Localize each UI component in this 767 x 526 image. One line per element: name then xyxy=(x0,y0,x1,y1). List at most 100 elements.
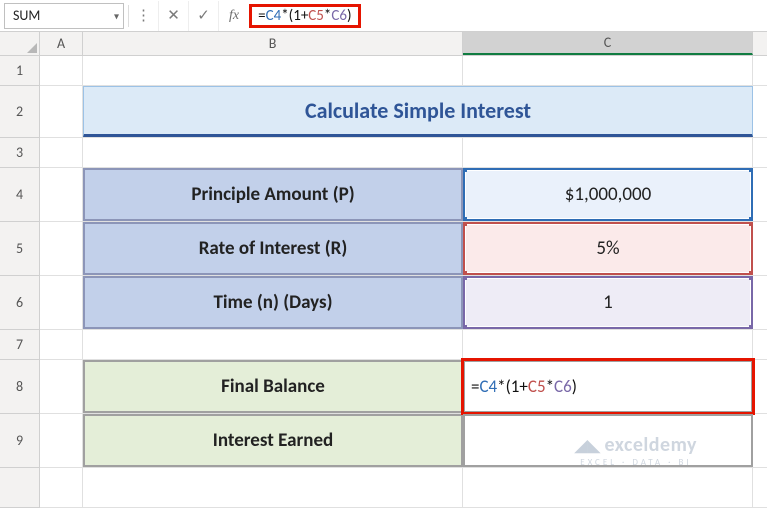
grid: Calculate Simple Interest Principle Amou… xyxy=(40,56,767,508)
cell-c7[interactable] xyxy=(463,330,753,359)
cell-b3[interactable] xyxy=(83,138,463,167)
cell-c3[interactable] xyxy=(463,138,753,167)
row-6: Time (n) (Days) 1 xyxy=(40,276,767,330)
label-interest-earned-text: Interest Earned xyxy=(213,429,333,452)
column-headers: A B C xyxy=(0,32,767,56)
fx-label: fx xyxy=(219,8,249,24)
sel-handle-icon xyxy=(749,168,753,172)
cell-a9[interactable] xyxy=(40,414,83,467)
cell-a6[interactable] xyxy=(40,276,83,329)
title-text: Calculate Simple Interest xyxy=(305,97,531,124)
cell-interest-earned[interactable] xyxy=(463,414,753,467)
cell-a2[interactable] xyxy=(40,86,83,137)
cellf-m3: ) xyxy=(572,376,577,397)
value-principle[interactable]: $1,000,000 xyxy=(463,168,753,221)
formula-input-wrap[interactable]: =C4*(1+C5*C6) xyxy=(249,0,767,31)
label-time[interactable]: Time (n) (Days) xyxy=(83,276,463,329)
label-final-balance[interactable]: Final Balance xyxy=(83,360,463,413)
cell-blank[interactable] xyxy=(463,468,753,507)
label-principle-text: Principle Amount (P) xyxy=(191,183,354,206)
row-header-9[interactable]: 9 xyxy=(0,414,40,468)
cell-blank[interactable] xyxy=(40,468,83,507)
label-rate[interactable]: Rate of Interest (R) xyxy=(83,222,463,275)
sel-handle-icon xyxy=(463,325,467,329)
cell-a7[interactable] xyxy=(40,330,83,359)
row-header-blank xyxy=(0,468,40,508)
cellf-ref-c4: C4 xyxy=(479,376,497,397)
name-box-dropdown-icon[interactable]: ▾ xyxy=(114,9,119,22)
row-2: Calculate Simple Interest xyxy=(40,86,767,138)
sheet: 1 2 3 4 5 6 7 8 9 Calculate Simple Inter… xyxy=(0,56,767,508)
formula-bar: SUM ▾ ⋮ ✕ ✓ fx =C4*(1+C5*C6) xyxy=(0,0,767,32)
cell-a8[interactable] xyxy=(40,360,83,413)
label-final-balance-text: Final Balance xyxy=(221,375,325,398)
row-3 xyxy=(40,138,767,168)
col-header-a[interactable]: A xyxy=(40,32,83,55)
cellf-eq: = xyxy=(471,376,479,397)
title-cell[interactable]: Calculate Simple Interest xyxy=(83,86,753,137)
sel-handle-icon xyxy=(463,168,467,172)
formula-ref-c4: C4 xyxy=(266,7,282,25)
enter-icon[interactable]: ✓ xyxy=(189,1,219,31)
row-header-7[interactable]: 7 xyxy=(0,330,40,360)
label-rate-text: Rate of Interest (R) xyxy=(199,237,348,260)
cell-a1[interactable] xyxy=(40,56,83,85)
cell-b7[interactable] xyxy=(83,330,463,359)
sel-handle-icon xyxy=(463,271,467,275)
row-blank xyxy=(40,468,767,508)
sel-handle-icon xyxy=(749,271,753,275)
col-header-c[interactable]: C xyxy=(463,32,753,55)
cell-a3[interactable] xyxy=(40,138,83,167)
formula-mid1: *(1+ xyxy=(281,7,308,25)
cancel-icon[interactable]: ✕ xyxy=(159,1,189,31)
row-header-2[interactable]: 2 xyxy=(0,86,40,138)
formula-ref-c6: C6 xyxy=(331,7,347,25)
sel-handle-icon xyxy=(463,276,467,280)
row-5: Rate of Interest (R) 5% xyxy=(40,222,767,276)
row-header-1[interactable]: 1 xyxy=(0,56,40,86)
label-principle[interactable]: Principle Amount (P) xyxy=(83,168,463,221)
label-interest-earned[interactable]: Interest Earned xyxy=(83,414,463,467)
label-time-text: Time (n) (Days) xyxy=(213,291,332,314)
cell-b1[interactable] xyxy=(83,56,463,85)
formula-input[interactable]: =C4*(1+C5*C6) xyxy=(249,4,360,28)
value-rate[interactable]: 5% xyxy=(463,222,753,275)
dots-icon[interactable]: ⋮ xyxy=(129,1,159,31)
value-principle-text: $1,000,000 xyxy=(565,183,652,206)
formula-mid3: ) xyxy=(347,7,352,25)
sel-handle-icon xyxy=(749,217,753,221)
select-all-corner[interactable] xyxy=(0,32,40,55)
cellf-ref-c5: C5 xyxy=(528,376,546,397)
row-9: Interest Earned xyxy=(40,414,767,468)
row-header-5[interactable]: 5 xyxy=(0,222,40,276)
row-4: Principle Amount (P) $1,000,000 xyxy=(40,168,767,222)
row-header-3[interactable]: 3 xyxy=(0,138,40,168)
col-header-b[interactable]: B xyxy=(83,32,463,55)
row-7 xyxy=(40,330,767,360)
cell-final-balance[interactable]: =C4*(1+C5*C6) xyxy=(463,360,753,413)
name-box[interactable]: SUM ▾ xyxy=(4,3,124,29)
formula-mid2: * xyxy=(324,7,331,25)
cellf-ref-c6: C6 xyxy=(554,376,572,397)
row-8: Final Balance =C4*(1+C5*C6) xyxy=(40,360,767,414)
row-header-6[interactable]: 6 xyxy=(0,276,40,330)
cellf-m1: *(1+ xyxy=(497,376,528,397)
row-1 xyxy=(40,56,767,86)
row-headers: 1 2 3 4 5 6 7 8 9 xyxy=(0,56,40,508)
formula-eq: = xyxy=(258,7,265,25)
value-time-text: 1 xyxy=(603,291,613,314)
value-time[interactable]: 1 xyxy=(463,276,753,329)
row-header-4[interactable]: 4 xyxy=(0,168,40,222)
cell-a5[interactable] xyxy=(40,222,83,275)
value-rate-text: 5% xyxy=(596,237,619,260)
row-header-8[interactable]: 8 xyxy=(0,360,40,414)
cell-blank[interactable] xyxy=(83,468,463,507)
sel-handle-icon xyxy=(749,276,753,280)
cellf-m2: * xyxy=(546,376,554,397)
sel-handle-icon xyxy=(749,325,753,329)
sel-handle-icon xyxy=(463,222,467,226)
formula-ref-c5: C5 xyxy=(308,7,324,25)
cell-a4[interactable] xyxy=(40,168,83,221)
name-box-value: SUM xyxy=(13,7,40,24)
cell-c1[interactable] xyxy=(463,56,753,85)
